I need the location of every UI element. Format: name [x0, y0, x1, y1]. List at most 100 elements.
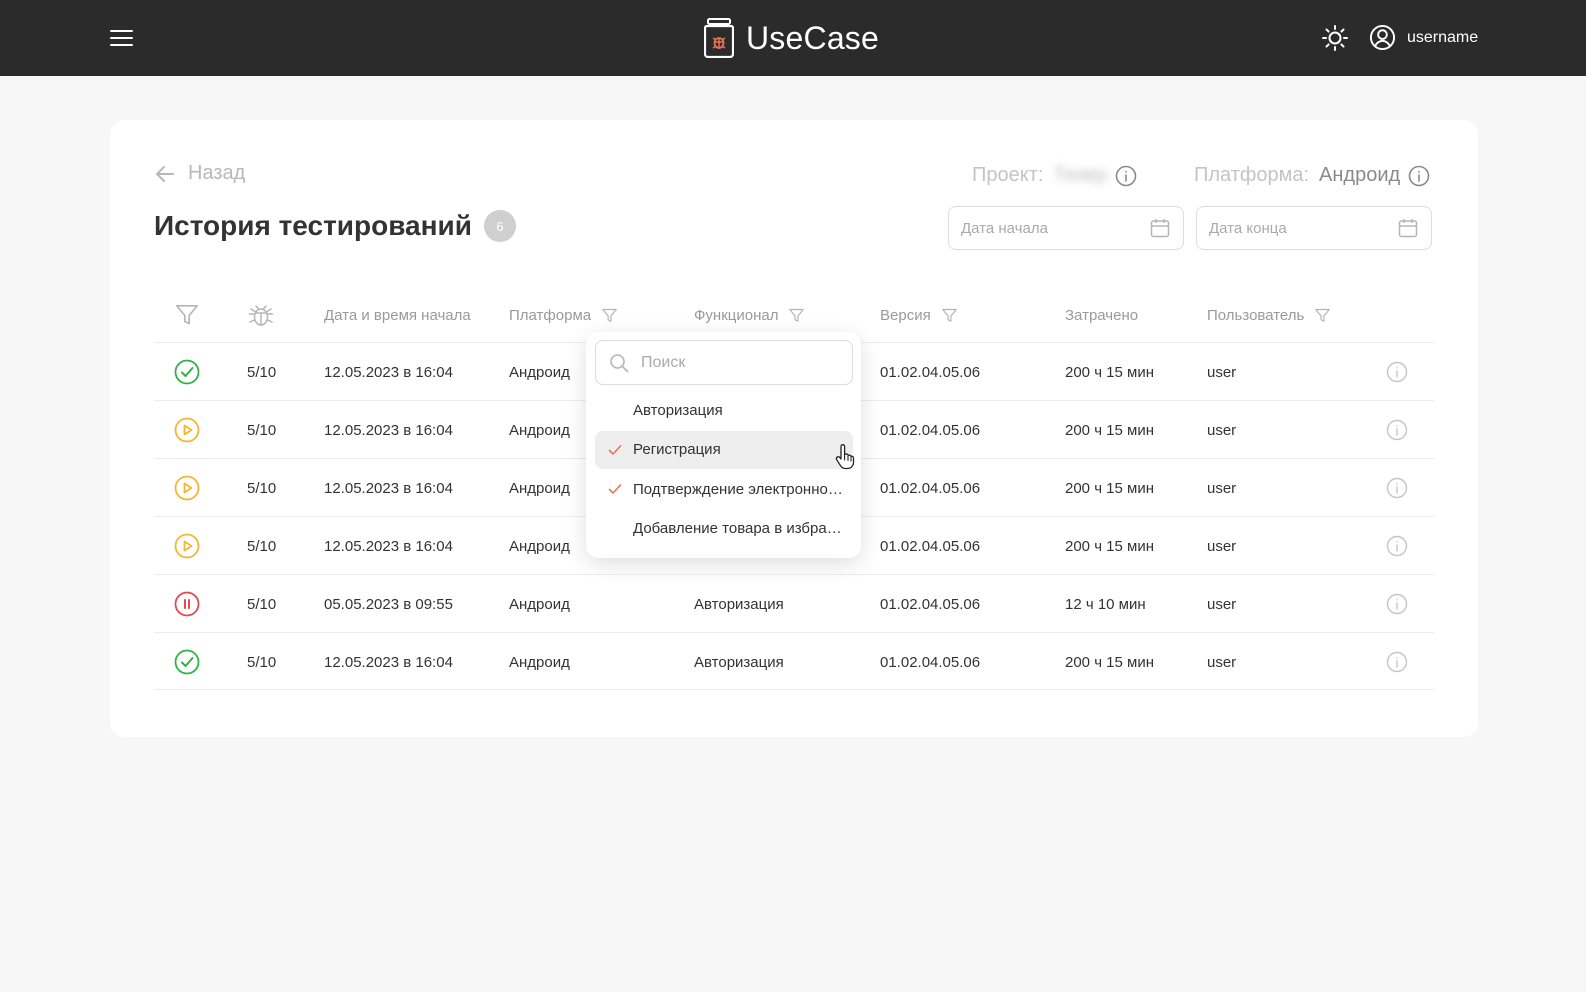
column-user: Пользователь — [1207, 288, 1331, 342]
bugs-cell: 5/10 — [247, 479, 277, 497]
date-end-input[interactable] — [1209, 219, 1379, 237]
platform-label: Платформа: — [1194, 164, 1310, 186]
arrow-left-icon — [156, 165, 174, 182]
column-spent: Затрачено — [1065, 306, 1139, 324]
calendar-icon[interactable] — [1149, 217, 1171, 239]
project-label: Проект: — [972, 164, 1044, 186]
feature-filter-dropdown: Авторизация Регистрация Подтверждение элек… — [586, 332, 861, 558]
row-info-button[interactable] — [1386, 633, 1408, 691]
feature-cell: Авторизация — [694, 595, 784, 613]
version-cell: 01.02.04.05.06 — [880, 479, 981, 497]
spent-cell: 200 ч 15 мин — [1065, 537, 1155, 555]
row-info-button[interactable] — [1386, 401, 1408, 459]
info-icon[interactable] — [1386, 419, 1408, 441]
platform-cell: Андроид — [509, 421, 570, 439]
status-cell — [174, 401, 200, 459]
date-cell: 12.05.2023 в 16:04 — [324, 653, 453, 671]
row-info-button[interactable] — [1386, 575, 1408, 633]
dropdown-search-input[interactable] — [641, 353, 831, 372]
row-info-button[interactable] — [1386, 343, 1408, 401]
filter-icon[interactable] — [941, 307, 958, 324]
user-circle-icon — [1369, 24, 1396, 51]
platform-meta: Платформа: Андроид — [1194, 164, 1430, 187]
date-start-input[interactable] — [961, 219, 1131, 237]
bugs-column — [247, 288, 275, 342]
info-icon[interactable] — [1408, 165, 1430, 187]
spent-cell: 200 ч 15 мин — [1065, 421, 1155, 439]
info-icon[interactable] — [1386, 477, 1408, 499]
hamburger-icon[interactable] — [110, 26, 134, 50]
version-cell: 01.02.04.05.06 — [880, 595, 981, 613]
date-cell: 12.05.2023 в 16:04 — [324, 479, 453, 497]
filter-icon[interactable] — [788, 307, 805, 324]
platform-cell: Андроид — [509, 537, 570, 555]
date-end-field[interactable] — [1196, 206, 1432, 250]
info-icon[interactable] — [1386, 593, 1408, 615]
jar-bug-icon — [704, 18, 734, 58]
spent-cell: 200 ч 15 мин — [1065, 653, 1155, 671]
bugs-cell: 5/10 — [247, 595, 277, 613]
play-circle-icon — [174, 533, 200, 559]
status-cell — [174, 459, 200, 517]
brand-name: UseCase — [746, 19, 880, 56]
platform-value: Андроид — [1319, 164, 1401, 186]
dropdown-option-label: Авторизация — [633, 401, 723, 419]
filter-icon[interactable] — [1314, 307, 1331, 324]
column-date: Дата и время начала — [324, 306, 471, 324]
status-filter[interactable] — [174, 288, 200, 342]
info-icon[interactable] — [1115, 165, 1137, 187]
project-meta: Проект: Тизер — [972, 164, 1137, 187]
bug-icon — [248, 305, 274, 326]
brand[interactable]: UseCase — [704, 16, 879, 60]
check-circle-icon — [174, 359, 200, 385]
version-cell: 01.02.04.05.06 — [880, 363, 981, 381]
info-icon[interactable] — [1386, 651, 1408, 673]
user-cell: user — [1207, 421, 1237, 439]
date-start-field[interactable] — [948, 206, 1184, 250]
sun-icon[interactable] — [1321, 24, 1349, 52]
check-circle-icon — [174, 649, 200, 675]
date-cell: 05.05.2023 в 09:55 — [324, 595, 453, 613]
feature-cell: Авторизация — [694, 653, 784, 671]
version-cell: 01.02.04.05.06 — [880, 653, 981, 671]
dropdown-option[interactable]: Авторизация — [595, 391, 853, 429]
dropdown-option[interactable]: Регистрация — [595, 430, 853, 469]
info-icon[interactable] — [1386, 361, 1408, 383]
user-menu[interactable]: username — [1369, 24, 1478, 51]
check-icon — [608, 484, 622, 494]
dropdown-search[interactable] — [595, 340, 853, 385]
back-label: Назад — [188, 162, 246, 184]
table-row[interactable]: 5/10 12.05.2023 в 16:04 Андроид Авторизация… — [154, 632, 1434, 690]
user-cell: user — [1207, 479, 1237, 497]
row-info-button[interactable] — [1386, 459, 1408, 517]
bugs-cell: 5/10 — [247, 537, 277, 555]
status-cell — [174, 517, 200, 575]
calendar-icon[interactable] — [1397, 217, 1419, 239]
platform-cell: Андроид — [509, 653, 570, 671]
filter-icon[interactable] — [601, 307, 618, 324]
platform-cell: Андроид — [509, 479, 570, 497]
dropdown-option-label: Подтверждение электронной почты — [633, 480, 845, 498]
project-value: Тизер — [1053, 164, 1108, 186]
info-icon[interactable] — [1386, 535, 1408, 557]
dropdown-option[interactable]: Добавление товара в избранное — [595, 510, 853, 548]
count-badge: 6 — [483, 210, 516, 242]
filter-icon[interactable] — [174, 302, 200, 328]
spent-cell: 200 ч 15 мин — [1065, 363, 1155, 381]
bugs-cell: 5/10 — [247, 653, 277, 671]
bugs-cell: 5/10 — [247, 421, 277, 439]
title-row: История тестирований 6 — [154, 210, 516, 242]
spent-cell: 12 ч 10 мин — [1065, 595, 1146, 613]
version-cell: 01.02.04.05.06 — [880, 537, 981, 555]
page-title: История тестирований — [154, 210, 472, 241]
status-cell — [174, 343, 200, 401]
row-info-button[interactable] — [1386, 517, 1408, 575]
back-link[interactable]: Назад — [154, 162, 245, 185]
date-cell: 12.05.2023 в 16:04 — [324, 363, 453, 381]
user-cell: user — [1207, 595, 1237, 613]
table-row[interactable]: 5/10 05.05.2023 в 09:55 Андроид Авторизация… — [154, 574, 1434, 632]
bugs-cell: 5/10 — [247, 363, 277, 381]
dropdown-option[interactable]: Подтверждение электронной почты — [595, 470, 853, 508]
spent-cell: 200 ч 15 мин — [1065, 479, 1155, 497]
date-cell: 12.05.2023 в 16:04 — [324, 537, 453, 555]
